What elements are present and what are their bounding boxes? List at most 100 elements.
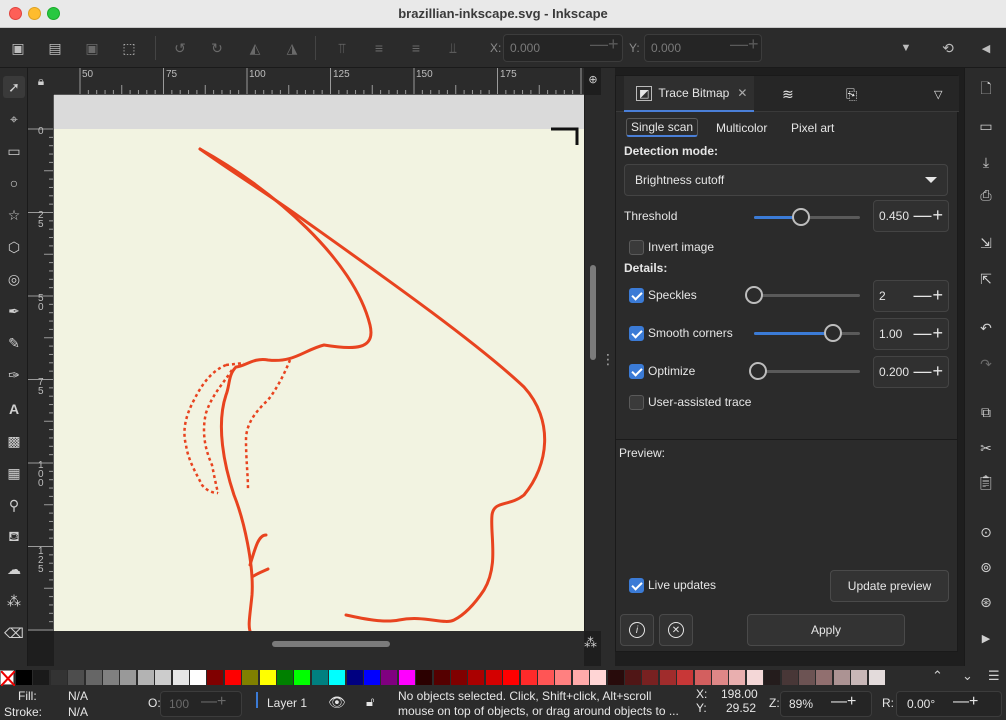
rotate-ccw-icon[interactable]: ↺ [170,38,190,58]
rotation-field[interactable]: 0.00° —+ [896,691,1002,717]
horizontal-scrollbar-thumb[interactable] [272,641,390,647]
color-swatch[interactable] [572,670,589,685]
y-stepper-icon[interactable]: —+ [730,34,759,55]
palette-scroll-up-icon[interactable]: ⌃ [932,668,943,684]
rotate-cw-icon[interactable]: ↻ [207,38,227,58]
smooth-corners-slider[interactable] [754,324,860,342]
x-stepper-icon[interactable]: —+ [590,34,619,55]
apply-button[interactable]: Apply [747,614,905,646]
tab-single-scan[interactable]: Single scan [626,118,699,137]
flip-horizontal-icon[interactable]: ◭ [245,38,265,58]
ellipse-tool-icon[interactable]: ○ [3,172,25,194]
info-button[interactable]: i [620,614,654,646]
color-swatch[interactable] [746,670,763,685]
color-swatch[interactable] [155,670,172,685]
color-swatch[interactable] [799,670,815,685]
color-swatch[interactable] [555,670,572,685]
no-paint-swatch[interactable] [0,670,16,687]
threshold-slider[interactable] [754,208,860,226]
display-mode-icon[interactable]: ⁂ [584,635,600,651]
color-swatch[interactable] [103,670,119,685]
undo-icon[interactable]: ↶ [976,318,996,338]
color-swatch[interactable] [311,670,328,685]
tab-export[interactable]: ⎘ [846,76,870,112]
collapse-toolbar-icon[interactable]: ◀ [976,38,996,58]
calligraphy-tool-icon[interactable]: ✑ [3,364,25,386]
zoom-stepper-icon[interactable]: —+ [831,693,856,711]
color-swatch[interactable] [33,670,50,685]
color-swatch[interactable] [851,670,868,685]
threshold-slider-knob[interactable] [792,208,810,226]
3d-box-tool-icon[interactable]: ⬡ [3,236,25,258]
select-all-icon[interactable]: ▣ [8,38,28,58]
color-swatch[interactable] [190,670,206,685]
color-swatch[interactable] [677,670,694,685]
color-swatch[interactable] [764,670,781,685]
select-same-icon[interactable]: ▣ [82,38,102,58]
threshold-stepper-icon[interactable]: —+ [913,205,944,226]
toolbar-more-icon[interactable]: ▼ [896,38,916,58]
update-preview-button[interactable]: Update preview [830,570,949,602]
optimize-spinbox[interactable]: 0.200 —+ [873,356,949,388]
zoom-page-icon[interactable]: ⊛ [976,592,996,612]
color-swatch[interactable] [50,670,67,685]
open-document-icon[interactable]: ▭ [976,116,996,136]
spiral-tool-icon[interactable]: ◎ [3,268,25,290]
more-commands-icon[interactable]: ▶ [976,628,996,648]
copy-icon[interactable]: ⧉ [976,402,996,422]
color-swatch[interactable] [538,670,554,685]
color-swatch[interactable] [224,670,241,685]
rectangle-tool-icon[interactable]: ▭ [3,140,25,162]
tab-pixel-art[interactable]: Pixel art [791,121,834,135]
color-swatch[interactable] [712,670,728,685]
snap-toggle-icon[interactable]: ⟲ [938,38,958,58]
live-updates-checkbox[interactable] [629,578,644,593]
color-swatch[interactable] [137,670,154,685]
opacity-field[interactable]: 100 —+ [160,691,242,717]
flip-vertical-icon[interactable]: ◮ [282,38,302,58]
color-swatch[interactable] [868,670,885,685]
color-swatch[interactable] [346,670,363,685]
save-document-icon[interactable]: ⤓ [976,152,996,172]
tab-overflow-menu[interactable]: ▽ [934,76,954,112]
cut-icon[interactable]: ✂ [976,438,996,458]
color-swatch[interactable] [416,670,433,685]
stop-button[interactable]: ✕ [659,614,693,646]
color-swatch[interactable] [625,670,641,685]
lock-guides-icon[interactable]: 🔒︎ [28,68,54,95]
color-swatch[interactable] [172,670,189,685]
dropper-tool-icon[interactable]: ⚲ [3,494,25,516]
color-swatch[interactable] [451,670,467,685]
speckles-slider[interactable] [745,286,860,304]
rotation-stepper-icon[interactable]: —+ [953,693,978,711]
paint-bucket-tool-icon[interactable]: ⛾ [3,526,25,548]
text-tool-icon[interactable]: A [3,398,25,420]
color-swatch[interactable] [242,670,259,685]
color-swatch[interactable] [398,670,415,685]
pen-tool-icon[interactable]: ✒ [3,300,25,322]
color-swatch[interactable] [259,670,276,685]
vertical-scrollbar-thumb[interactable] [590,265,596,360]
color-swatch[interactable] [294,670,311,685]
import-icon[interactable]: ⇲ [976,233,996,253]
lower-icon[interactable]: ≡ [406,38,426,58]
paste-icon[interactable]: 📋︎ [976,472,996,492]
color-swatch[interactable] [277,670,293,685]
lower-to-bottom-icon[interactable]: ⫫ [443,38,463,58]
pencil-tool-icon[interactable]: ✎ [3,332,25,354]
optimize-slider-knob[interactable] [749,362,767,380]
palette-scroll-down-icon[interactable]: ⌄ [962,668,973,684]
detection-mode-dropdown[interactable]: Brightness cutoff [624,164,948,196]
color-swatch[interactable] [381,670,398,685]
redo-icon[interactable]: ↷ [976,354,996,374]
color-swatch[interactable] [833,670,850,685]
tab-multicolor[interactable]: Multicolor [716,121,767,135]
color-swatch[interactable] [120,670,137,685]
color-swatch[interactable] [503,670,520,685]
optimize-slider[interactable] [749,362,860,380]
horizontal-scrollbar[interactable]: ⁂ [54,631,597,666]
layer-lock-icon[interactable]: 🔓︎ [366,694,374,710]
new-document-icon[interactable]: 🗋︎ [976,80,996,100]
drawing-canvas[interactable] [54,95,584,631]
color-swatch[interactable] [16,670,32,685]
